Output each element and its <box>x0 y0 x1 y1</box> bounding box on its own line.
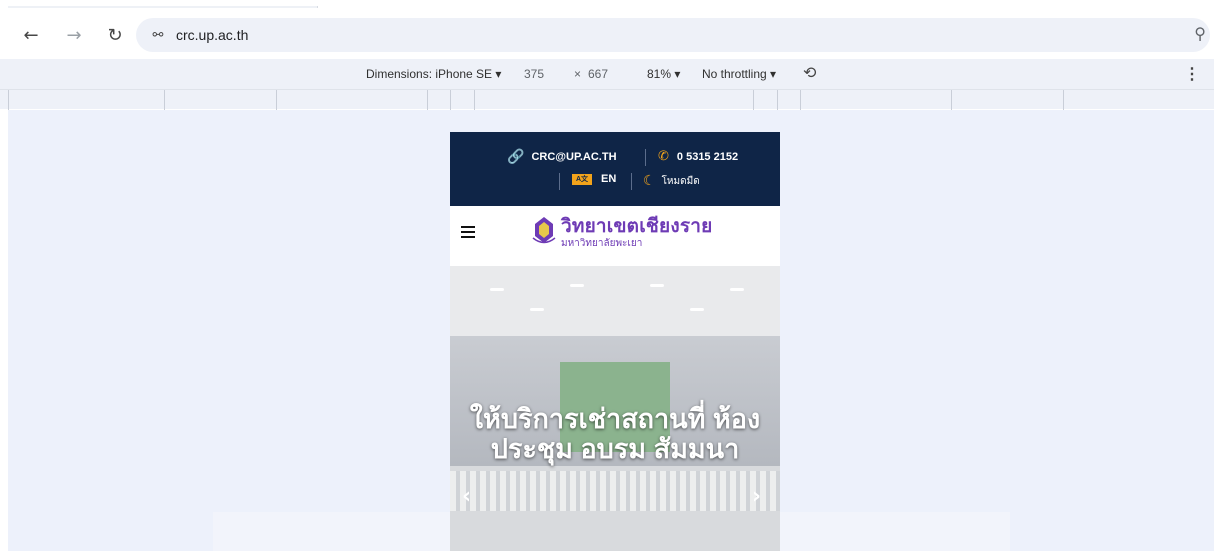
chevron-down-icon: ▾ <box>495 67 502 81</box>
zoom-label: 81% <box>647 67 672 81</box>
throttling-label: No throttling <box>702 67 767 81</box>
device-toolbar: Dimensions: iPhone SE ▾ 375 × 667 81% ▾ … <box>0 59 1214 89</box>
logo-subtitle: มหาวิทยาลัยพะเยา <box>561 238 643 249</box>
reload-icon: ↻ <box>107 24 123 46</box>
email-link[interactable]: 🔗 CRC@UP.AC.TH <box>507 149 617 165</box>
phone-text: 0 5315 2152 <box>676 150 739 163</box>
throttling-select[interactable]: No throttling ▾ <box>702 67 776 81</box>
active-tab-edge[interactable] <box>8 6 318 8</box>
translate-icon: A文 <box>572 173 592 185</box>
language-switch[interactable]: A文 EN <box>572 173 616 185</box>
logo-title[interactable]: วิทยาเขตเชียงราย <box>561 217 712 236</box>
hero-title: ให้บริการเช่าสถานที่ ห้องประชุม อบรม สัม… <box>469 404 761 464</box>
divider <box>631 173 632 190</box>
reload-button[interactable]: ↻ <box>102 22 128 48</box>
hamburger-menu-icon[interactable] <box>461 226 475 238</box>
chevron-left-icon[interactable]: ‹ <box>462 484 471 509</box>
ruler-segment[interactable] <box>777 90 778 110</box>
ruler-segment[interactable] <box>1063 90 1064 110</box>
link-icon: 🔗 <box>507 149 525 165</box>
moon-icon: ☾ <box>643 173 656 189</box>
arrow-left-icon: ← <box>23 24 39 46</box>
divider <box>645 149 646 166</box>
chevron-right-icon[interactable]: › <box>752 484 761 509</box>
hero-image-chairs <box>450 471 780 511</box>
ruler-segment[interactable] <box>951 90 952 110</box>
ruler-segment[interactable] <box>450 90 451 110</box>
device-width-input[interactable]: 375 <box>524 67 544 81</box>
dark-mode-toggle[interactable]: ☾ โหมดมืด <box>643 173 700 189</box>
ruler-segment[interactable] <box>8 90 9 110</box>
language-text: EN <box>601 173 617 185</box>
back-button[interactable]: ← <box>18 22 44 48</box>
hero-slider: ให้บริการเช่าสถานที่ ห้องประชุม อบรม สัม… <box>450 266 780 551</box>
site-info-button[interactable]: ⚯ <box>146 24 170 46</box>
dark-mode-text: โหมดมืด <box>661 175 700 187</box>
url-text[interactable]: crc.up.ac.th <box>176 27 248 43</box>
media-query-ruler <box>0 89 1214 110</box>
phone-icon: ✆ <box>658 149 669 164</box>
address-bar[interactable]: ⚯ crc.up.ac.th ⚲ <box>136 18 1210 52</box>
zoom-select[interactable]: 81% ▾ <box>647 67 680 81</box>
hero-image-ceiling <box>450 266 780 336</box>
ruler-segment[interactable] <box>276 90 277 110</box>
site-header: วิทยาเขตเชียงราย มหาวิทยาลัยพะเยา <box>450 206 780 266</box>
emulated-device-screen: 🔗 CRC@UP.AC.TH ✆ 0 5315 2152 A文 EN ☾ โหม… <box>450 132 780 551</box>
more-vert-icon[interactable]: ⋮ <box>1184 64 1200 84</box>
phone-link[interactable]: ✆ 0 5315 2152 <box>658 149 738 164</box>
browser-toolbar: ← → ↻ ⚯ crc.up.ac.th ⚲ <box>0 14 1214 56</box>
arrow-right-icon: → <box>66 24 82 46</box>
ruler-segment[interactable] <box>164 90 165 110</box>
tune-icon: ⚯ <box>152 27 164 43</box>
ruler-segment[interactable] <box>474 90 475 110</box>
forward-button[interactable]: → <box>61 22 87 48</box>
contact-bar: 🔗 CRC@UP.AC.TH ✆ 0 5315 2152 A文 EN ☾ โหม… <box>450 132 780 206</box>
device-dimensions-select[interactable]: Dimensions: iPhone SE ▾ <box>366 67 501 81</box>
device-height-input[interactable]: 667 <box>588 67 608 81</box>
zoom-out-icon[interactable]: ⚲ <box>1194 24 1206 43</box>
divider <box>559 173 560 190</box>
dimensions-label: Dimensions: iPhone SE <box>366 67 493 81</box>
chevron-down-icon: ▾ <box>674 67 681 81</box>
chevron-down-icon: ▾ <box>770 67 777 81</box>
ruler-segment[interactable] <box>427 90 428 110</box>
dimension-times: × <box>574 67 582 81</box>
university-emblem-icon[interactable] <box>531 216 557 246</box>
tab-strip <box>0 0 1214 14</box>
rotate-icon[interactable]: ⟲ <box>803 63 816 82</box>
ruler-segment[interactable] <box>753 90 754 110</box>
ruler-segment[interactable] <box>800 90 801 110</box>
email-text: CRC@UP.AC.TH <box>531 151 617 163</box>
